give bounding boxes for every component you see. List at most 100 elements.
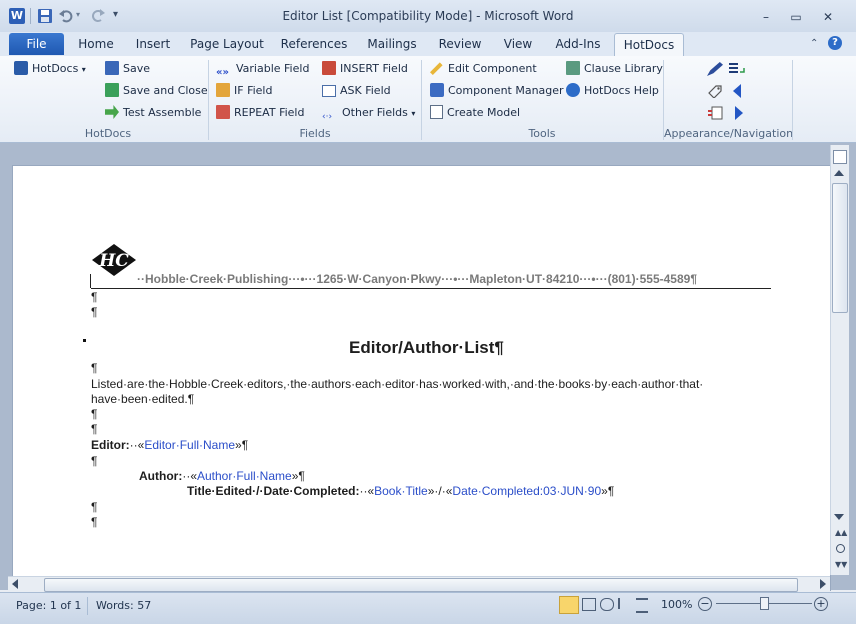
- restore-button[interactable]: ▭: [782, 8, 810, 26]
- edit-component-button[interactable]: Edit Component: [430, 60, 537, 78]
- test-assemble-button[interactable]: Test Assemble: [105, 104, 201, 122]
- author-label: Author:: [139, 469, 183, 483]
- scroll-up-icon[interactable]: [834, 170, 844, 176]
- scroll-right-icon[interactable]: [820, 579, 826, 589]
- tab-hotdocs[interactable]: HotDocs: [614, 33, 684, 56]
- save-and-close-button[interactable]: Save and Close: [105, 82, 208, 100]
- zoom-slider-thumb[interactable]: [760, 597, 769, 610]
- vertical-scroll-thumb[interactable]: [832, 183, 848, 313]
- if-field-button[interactable]: IF Field: [216, 82, 272, 100]
- field-list-icon[interactable]: [729, 62, 745, 76]
- paragraph-mark: ¶: [91, 515, 98, 529]
- help-icon[interactable]: ?: [828, 36, 842, 50]
- web-layout-icon[interactable]: [600, 598, 614, 611]
- clause-library-icon: [566, 61, 580, 75]
- repeat-field-button[interactable]: REPEAT Field: [216, 104, 304, 122]
- zoom-out-icon[interactable]: −: [698, 597, 712, 611]
- hotdocs-help-button[interactable]: HotDocs Help: [566, 82, 659, 100]
- date-separator: ·/·: [434, 484, 446, 498]
- tab-page-layout[interactable]: Page Layout: [186, 33, 268, 55]
- tab-mailings[interactable]: Mailings: [360, 33, 424, 55]
- book-title-field[interactable]: Book·Title: [374, 484, 428, 498]
- hotdocs-help-label: HotDocs Help: [584, 84, 659, 97]
- chevron-down-icon: ▾: [411, 109, 416, 118]
- tab-view[interactable]: View: [496, 33, 540, 55]
- tab-review[interactable]: Review: [432, 33, 488, 55]
- clause-library-button[interactable]: Clause Library: [566, 60, 663, 78]
- tab-references[interactable]: References: [276, 33, 352, 55]
- group-label-tools: Tools: [528, 127, 556, 140]
- author-line: Author:··«Author·Full·Name»¶: [139, 469, 305, 483]
- other-fields-icon: ‹·›: [322, 112, 333, 122]
- zoom-level[interactable]: 100%: [661, 598, 692, 611]
- other-fields-button[interactable]: ‹·› Other Fields ▾: [322, 104, 415, 122]
- group-label-hotdocs: HotDocs: [84, 127, 132, 140]
- editor-line: Editor:··«Editor·Full·Name»¶: [91, 438, 249, 452]
- document-heading: Editor/Author·List¶: [349, 338, 504, 357]
- swap-fields-icon[interactable]: [707, 106, 723, 120]
- outline-icon[interactable]: [618, 598, 632, 609]
- group-divider: [208, 60, 209, 140]
- window-title: Editor List [Compatibility Mode] - Micro…: [282, 9, 574, 23]
- horizontal-scroll-thumb[interactable]: [44, 578, 798, 592]
- date-completed-field[interactable]: Date·Completed:03·JUN·90: [452, 484, 601, 498]
- paragraph-mark: ¶: [91, 305, 98, 319]
- create-model-label: Create Model: [447, 106, 521, 119]
- variable-field-icon: «»: [216, 67, 229, 78]
- other-fields-label: Other Fields: [342, 106, 408, 119]
- ask-field-label: ASK Field: [340, 84, 391, 97]
- select-browse-object-icon[interactable]: [836, 544, 845, 553]
- ask-field-icon: [322, 85, 336, 97]
- scroll-down-icon[interactable]: [834, 514, 844, 520]
- tab-add-ins[interactable]: Add-Ins: [548, 33, 608, 55]
- author-full-name-field[interactable]: Author·Full·Name: [197, 469, 292, 483]
- print-layout-icon[interactable]: [559, 596, 579, 614]
- insert-field-icon: [322, 61, 336, 75]
- previous-field-icon[interactable]: [733, 84, 741, 98]
- tab-home[interactable]: Home: [72, 33, 120, 55]
- tab-file[interactable]: File: [9, 33, 64, 55]
- insert-field-button[interactable]: INSERT Field: [322, 60, 408, 78]
- paragraph-mark: ¶: [91, 454, 98, 468]
- editor-full-name-field[interactable]: Editor·Full·Name: [144, 438, 235, 452]
- help-circle-icon: [566, 83, 580, 97]
- paragraph-mark: ¶: [91, 361, 98, 375]
- word-count[interactable]: Words: 57: [90, 597, 157, 615]
- next-field-icon[interactable]: [735, 106, 743, 120]
- ruler-toggle-icon[interactable]: [833, 150, 847, 164]
- create-model-button[interactable]: Create Model: [430, 104, 520, 122]
- minimize-ribbon-icon[interactable]: ⌃: [810, 38, 818, 49]
- zoom-in-icon[interactable]: +: [814, 597, 828, 611]
- test-assemble-icon: [105, 105, 119, 119]
- next-page-icon[interactable]: ▼▼: [835, 560, 847, 569]
- if-field-label: IF Field: [234, 84, 273, 97]
- scroll-left-icon[interactable]: [12, 579, 18, 589]
- variable-field-button[interactable]: «» Variable Field: [216, 60, 309, 78]
- minimize-button[interactable]: –: [752, 8, 780, 26]
- component-manager-label: Component Manager: [448, 84, 564, 97]
- intro-line-1: Listed·are·the·Hobble·Creek·editors,·the…: [91, 377, 704, 391]
- floppy-icon: [105, 61, 119, 75]
- draft-icon[interactable]: [636, 598, 648, 613]
- save-button[interactable]: Save: [105, 60, 150, 78]
- hobble-creek-logo: HC: [91, 243, 137, 277]
- close-button[interactable]: ✕: [814, 8, 842, 26]
- save-label: Save: [123, 62, 151, 75]
- test-assemble-label: Test Assemble: [123, 106, 202, 119]
- tag-icon[interactable]: [707, 84, 723, 99]
- clause-library-label: Clause Library: [584, 62, 663, 75]
- previous-page-icon[interactable]: ▲▲: [835, 528, 847, 537]
- full-screen-reading-icon[interactable]: [582, 598, 596, 611]
- ask-field-button[interactable]: ASK Field: [322, 82, 391, 100]
- save-close-icon: [105, 83, 119, 97]
- editor-label: Editor:: [91, 438, 130, 452]
- save-close-label: Save and Close: [123, 84, 208, 97]
- paragraph-mark: ¶: [91, 407, 98, 421]
- create-model-icon: [430, 105, 443, 119]
- letterhead-rule: [91, 288, 771, 289]
- tab-insert[interactable]: Insert: [128, 33, 178, 55]
- title-edited-label: Title·Edited·/·Date·Completed:: [187, 484, 360, 498]
- page-count[interactable]: Page: 1 of 1: [10, 597, 89, 615]
- hotdocs-menu-button[interactable]: HotDocs ▾: [14, 60, 86, 78]
- component-manager-button[interactable]: Component Manager: [430, 82, 564, 100]
